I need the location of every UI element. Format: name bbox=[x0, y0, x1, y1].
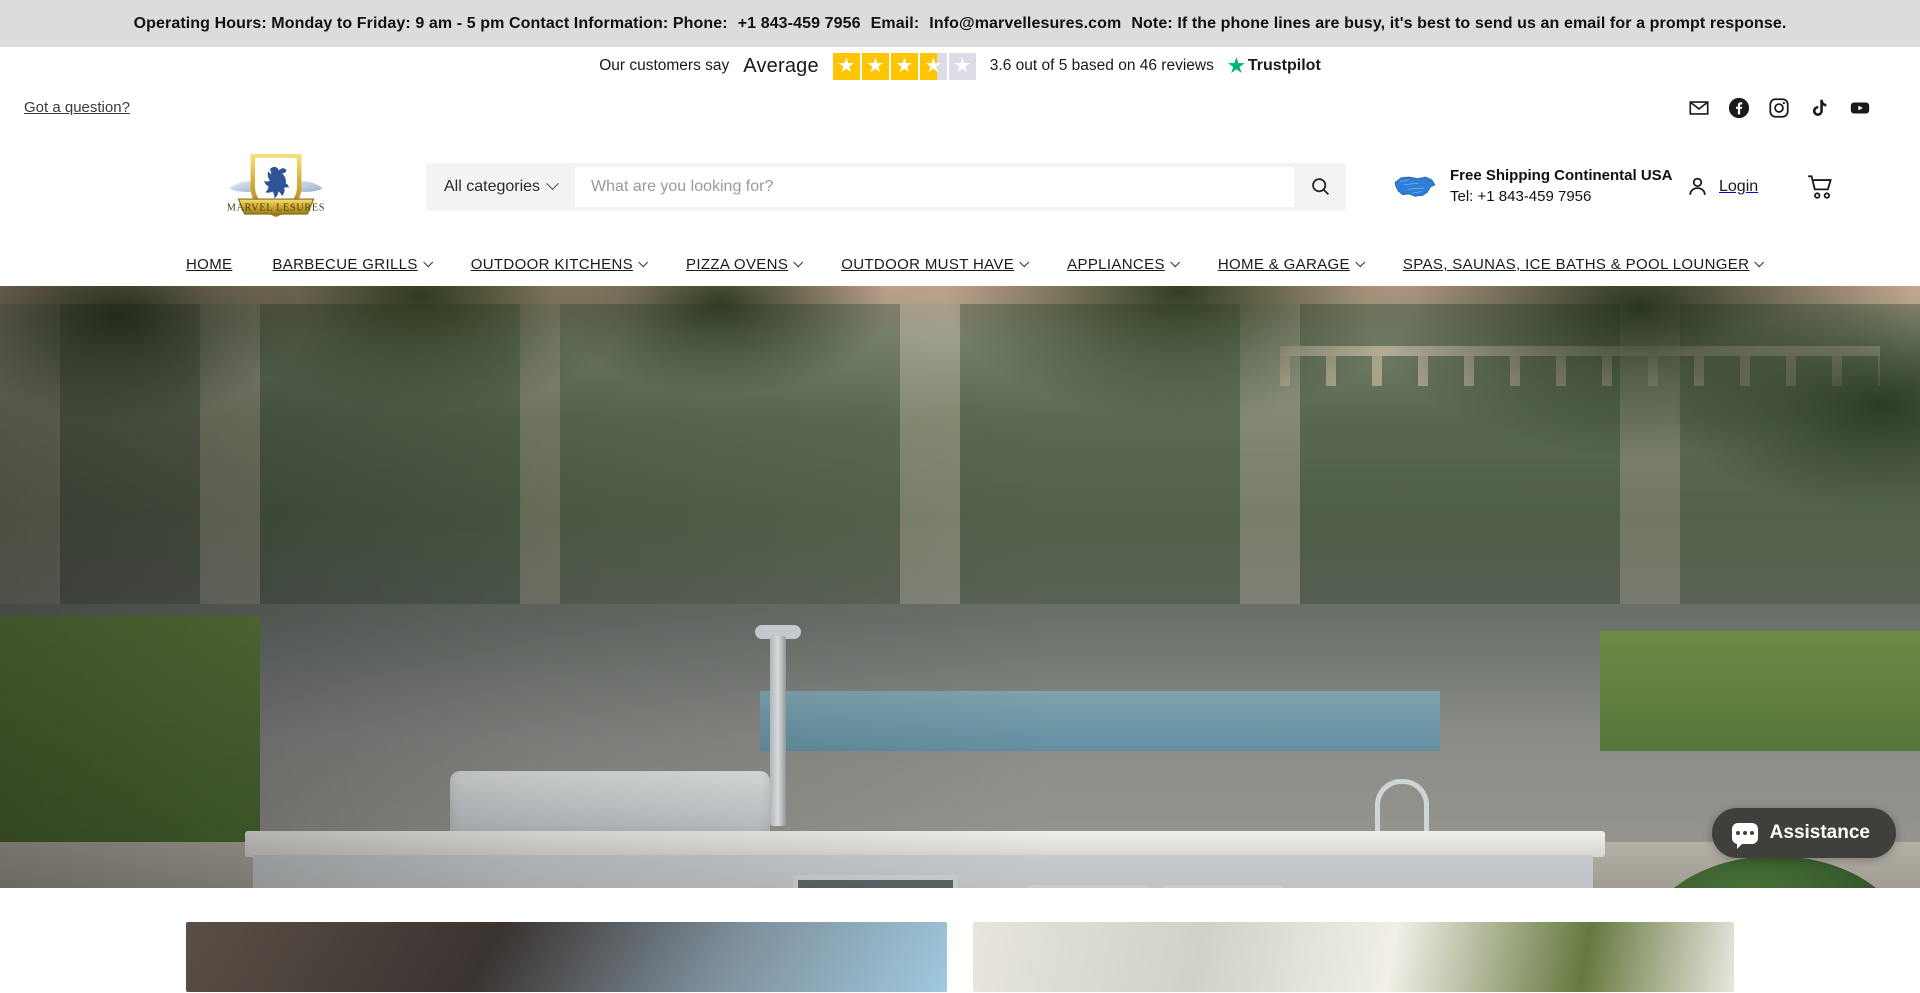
nav-label: HOME & GARAGE bbox=[1217, 256, 1350, 273]
chevron-down-icon bbox=[638, 257, 649, 268]
announcement-email-label: Email: bbox=[870, 14, 920, 32]
nav-item-outdoor-must-have[interactable]: OUTDOOR MUST HAVE bbox=[821, 256, 1047, 273]
search-bar: All categories bbox=[426, 162, 1346, 211]
svg-text:MARVEL LESURES: MARVEL LESURES bbox=[227, 202, 325, 213]
chat-assistance-button[interactable]: Assistance bbox=[1711, 808, 1896, 858]
trustpilot-verdict: Average bbox=[743, 54, 819, 77]
trustpilot-widget[interactable]: Our customers say Average ★ ★ ★ ★ ★ 3.6 … bbox=[0, 47, 1920, 85]
email-icon[interactable] bbox=[1688, 97, 1710, 119]
nav-label: SPAS, SAUNAS, ICE BATHS & POOL LOUNGER bbox=[1402, 256, 1750, 273]
cart-icon bbox=[1808, 174, 1833, 199]
trustpilot-stars: ★ ★ ★ ★ ★ bbox=[832, 52, 976, 80]
cart-button[interactable] bbox=[1806, 173, 1836, 201]
nav-item-barbecue-grills[interactable]: BARBECUE GRILLS bbox=[252, 256, 450, 273]
chevron-down-icon bbox=[1170, 257, 1180, 268]
search-submit-button[interactable] bbox=[1294, 162, 1346, 211]
shipping-title: Free Shipping Continental USA bbox=[1450, 167, 1673, 185]
announcement-text: Operating Hours: Monday to Friday: 9 am … bbox=[133, 14, 728, 32]
nav-item-home-garage[interactable]: HOME & GARAGE bbox=[1198, 256, 1383, 273]
chevron-down-icon bbox=[793, 257, 804, 268]
marvel-lesures-shield-logo: MARVEL LESURES bbox=[227, 153, 325, 217]
star-2: ★ bbox=[861, 52, 889, 80]
chevron-down-icon bbox=[1019, 257, 1030, 268]
nav-label: BARBECUE GRILLS bbox=[272, 256, 418, 273]
chat-bubble-icon bbox=[1731, 822, 1758, 849]
chat-label: Assistance bbox=[1769, 822, 1870, 843]
got-a-question-link[interactable]: Got a question? bbox=[24, 99, 130, 116]
chevron-down-icon bbox=[422, 257, 433, 268]
social-links bbox=[1688, 97, 1896, 119]
trustpilot-summary: 3.6 out of 5 based on 46 reviews bbox=[989, 57, 1214, 74]
hero-overlay bbox=[0, 286, 1920, 888]
featured-cards-row bbox=[0, 888, 1920, 992]
announcement-bar: Operating Hours: Monday to Friday: 9 am … bbox=[0, 0, 1920, 47]
star-1: ★ bbox=[832, 52, 860, 80]
utility-bar: Got a question? bbox=[0, 85, 1920, 130]
featured-card-right[interactable] bbox=[973, 922, 1734, 992]
nav-item-pizza-ovens[interactable]: PIZZA OVENS bbox=[666, 256, 821, 273]
account-icon bbox=[1689, 177, 1706, 195]
nav-label: APPLIANCES bbox=[1067, 256, 1165, 273]
site-header: MARVEL LESURES All categories Free Shipp… bbox=[0, 130, 1920, 243]
main-navigation: HOME BARBECUE GRILLS OUTDOOR KITCHENS PI… bbox=[0, 243, 1920, 286]
category-select-label: All categories bbox=[444, 177, 541, 195]
hero-banner: LEARN MORE SHOP NOW Assistance bbox=[0, 286, 1920, 888]
trustpilot-star-icon: ★ bbox=[1227, 55, 1245, 77]
nav-label: PIZZA OVENS bbox=[685, 256, 789, 273]
nav-label: OUTDOOR KITCHENS bbox=[470, 256, 633, 273]
free-shipping-info: Free Shipping Continental USA Tel: +1 84… bbox=[1392, 166, 1673, 206]
nav-item-outdoor-kitchens[interactable]: OUTDOOR KITCHENS bbox=[451, 256, 666, 273]
chevron-down-icon bbox=[546, 177, 559, 191]
trustpilot-intro: Our customers say bbox=[599, 57, 730, 74]
star-5: ★ bbox=[948, 52, 976, 80]
featured-card-left[interactable] bbox=[186, 922, 947, 992]
announcement-note: Note: If the phone lines are busy, it's … bbox=[1131, 14, 1787, 32]
site-logo[interactable]: MARVEL LESURES bbox=[186, 142, 366, 232]
nav-item-appliances[interactable]: APPLIANCES bbox=[1047, 256, 1198, 273]
nav-item-home[interactable]: HOME bbox=[186, 256, 252, 273]
nav-label: HOME bbox=[186, 256, 233, 273]
tiktok-icon[interactable] bbox=[1808, 97, 1830, 119]
usa-map-icon bbox=[1394, 176, 1436, 197]
facebook-icon[interactable] bbox=[1728, 97, 1750, 119]
star-4: ★ bbox=[919, 52, 947, 80]
nav-label: OUTDOOR MUST HAVE bbox=[841, 256, 1015, 273]
trustpilot-logo: ★ Trustpilot bbox=[1228, 57, 1321, 76]
shipping-tel: Tel: +1 843-459 7956 bbox=[1450, 187, 1592, 205]
login-button[interactable]: Login bbox=[1685, 174, 1758, 199]
star-3: ★ bbox=[890, 52, 918, 80]
login-label: Login bbox=[1719, 177, 1759, 195]
youtube-icon[interactable] bbox=[1848, 97, 1872, 119]
search-icon bbox=[1311, 178, 1329, 195]
announcement-email: Info@marvellesures.com bbox=[929, 14, 1122, 32]
search-input[interactable] bbox=[575, 166, 1294, 207]
category-select[interactable]: All categories bbox=[426, 162, 576, 211]
instagram-icon[interactable] bbox=[1768, 97, 1790, 119]
chevron-down-icon bbox=[1754, 257, 1765, 268]
announcement-phone: +1 843-459 7956 bbox=[737, 14, 861, 32]
chevron-down-icon bbox=[1355, 257, 1366, 268]
trustpilot-brand: Trustpilot bbox=[1247, 57, 1321, 74]
nav-item-spas-saunas[interactable]: SPAS, SAUNAS, ICE BATHS & POOL LOUNGER bbox=[1383, 256, 1782, 273]
